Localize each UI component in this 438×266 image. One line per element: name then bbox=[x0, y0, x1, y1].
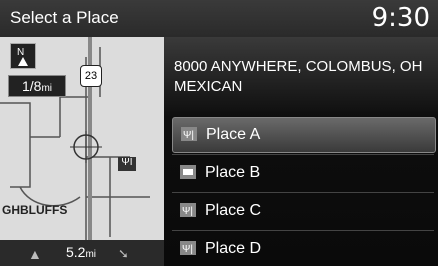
restaurant-icon: Ψ| bbox=[181, 127, 197, 141]
place-info: 8000 ANYWHERE, COLOMBUS, OH MEXICAN bbox=[174, 57, 422, 97]
clock: 9:30 bbox=[371, 3, 430, 33]
place-address: 8000 ANYWHERE, COLOMBUS, OH bbox=[174, 58, 423, 75]
map-bottom-bar: ▲ 5.2mi ➘ bbox=[0, 240, 164, 266]
svg-text:Ψ|: Ψ| bbox=[183, 130, 194, 141]
navigation-arrow-icon: ▲ bbox=[28, 246, 42, 262]
place-item-d[interactable]: Ψ| Place D bbox=[172, 232, 434, 266]
divider bbox=[172, 230, 434, 231]
place-label: Place B bbox=[205, 164, 261, 181]
north-up-icon[interactable]: N bbox=[10, 43, 36, 69]
scale-unit: mi bbox=[41, 83, 53, 94]
divider bbox=[172, 154, 434, 155]
map-scale[interactable]: 1/8mi bbox=[8, 75, 66, 97]
screen-title: Select a Place bbox=[10, 8, 119, 27]
divider bbox=[172, 192, 434, 193]
place-label: Place C bbox=[205, 202, 262, 219]
distance-value: 5.2 bbox=[66, 244, 86, 260]
place-label: Place A bbox=[206, 126, 261, 143]
route-shield-icon: 23 bbox=[80, 65, 102, 87]
svg-text:N: N bbox=[17, 47, 24, 58]
svg-text:Ψ|: Ψ| bbox=[182, 244, 193, 255]
city-label: GHBLUFFS bbox=[2, 203, 68, 217]
place-panel: 8000 ANYWHERE, COLOMBUS, OH MEXICAN Ψ| P… bbox=[164, 37, 438, 266]
title-bar: Select a Place 9:30 bbox=[0, 0, 438, 38]
restaurant-icon: Ψ| bbox=[180, 203, 196, 217]
atm-icon bbox=[180, 165, 196, 179]
distance-unit: mi bbox=[85, 249, 97, 260]
place-item-b[interactable]: Place B bbox=[172, 156, 434, 190]
place-label: Place D bbox=[205, 240, 262, 257]
distance-label: 5.2mi bbox=[66, 244, 96, 260]
direction-arrow-icon: ➘ bbox=[118, 246, 129, 261]
restaurant-icon: Ψ| bbox=[180, 241, 196, 255]
place-item-a[interactable]: Ψ| Place A bbox=[172, 117, 436, 153]
svg-text:Ψ|: Ψ| bbox=[182, 206, 193, 217]
place-category: MEXICAN bbox=[174, 78, 243, 95]
scale-value: 1/8 bbox=[21, 78, 42, 94]
restaurant-poi-icon: ΨΙ bbox=[118, 157, 136, 171]
place-item-c[interactable]: Ψ| Place C bbox=[172, 194, 434, 228]
map-view[interactable]: N 1/8mi 23 ΨΙ GHBLUFFS ▲ 5.2mi ➘ bbox=[0, 37, 164, 266]
